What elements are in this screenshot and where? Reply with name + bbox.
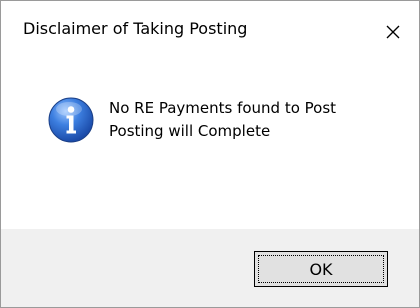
info-icon xyxy=(48,97,94,143)
message-dialog: Disclaimer of Taking Posting No RE Payme… xyxy=(0,0,420,308)
message-line-1: No RE Payments found to Post xyxy=(109,99,337,117)
close-icon xyxy=(386,25,400,39)
close-button[interactable] xyxy=(367,1,419,63)
focus-ring: OK xyxy=(258,255,384,283)
dialog-title: Disclaimer of Taking Posting xyxy=(23,19,248,38)
title-bar: Disclaimer of Taking Posting xyxy=(1,1,419,63)
message-text: No RE Payments found to Post Posting wil… xyxy=(109,97,336,143)
message-line-2: Posting will Complete xyxy=(109,122,271,140)
ok-button-label: OK xyxy=(309,259,333,279)
ok-button[interactable]: OK xyxy=(254,251,388,287)
dialog-footer: OK xyxy=(1,229,419,307)
dialog-content: No RE Payments found to Post Posting wil… xyxy=(1,63,419,229)
